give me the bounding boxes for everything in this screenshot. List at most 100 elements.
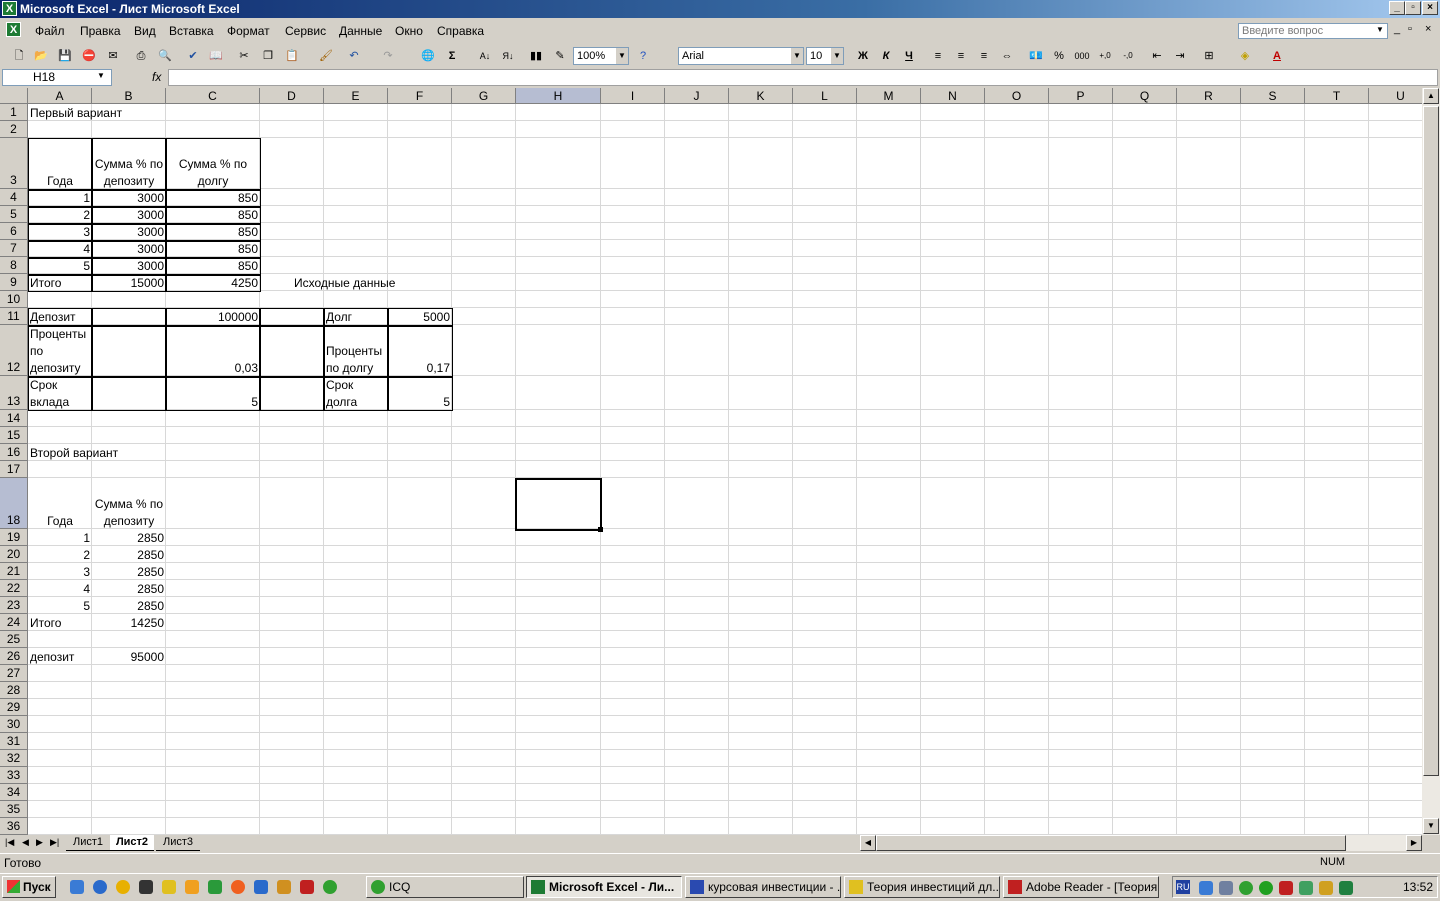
column-header-a[interactable]: A: [28, 88, 92, 104]
row-header-7[interactable]: 7: [0, 240, 28, 257]
cell-a23[interactable]: 5: [28, 598, 92, 615]
doc-close-button[interactable]: ×: [1425, 23, 1431, 35]
thousands-icon[interactable]: 000: [1073, 47, 1091, 65]
tab-sheet1[interactable]: Лист1: [66, 835, 110, 851]
quicklaunch-browser-icon[interactable]: [93, 880, 107, 894]
next-sheet-icon[interactable]: ▶: [36, 837, 43, 848]
row-header-10[interactable]: 10: [0, 291, 28, 308]
selected-cell-h18[interactable]: [515, 478, 602, 531]
row-header-33[interactable]: 33: [0, 767, 28, 784]
italic-button[interactable]: К: [877, 47, 895, 65]
cell-a18[interactable]: Года: [28, 479, 92, 530]
row-header-15[interactable]: 15: [0, 427, 28, 444]
cell-d9[interactable]: Исходные данные: [292, 275, 432, 292]
cell-f11[interactable]: 5000: [388, 309, 452, 326]
column-header-i[interactable]: I: [601, 88, 665, 104]
cell-b21[interactable]: 2850: [92, 564, 166, 581]
scroll-up-icon[interactable]: ▲: [1423, 88, 1439, 104]
align-right-icon[interactable]: ≡: [975, 47, 993, 65]
email-icon[interactable]: ✉: [104, 47, 122, 65]
print-preview-icon[interactable]: 🔍: [156, 47, 174, 65]
row-header-23[interactable]: 23: [0, 597, 28, 614]
cell-c11[interactable]: 100000: [166, 309, 260, 326]
fill-color-icon[interactable]: ◈: [1236, 47, 1254, 65]
tab-sheet2[interactable]: Лист2: [110, 835, 154, 851]
cell-b6[interactable]: 3000: [92, 224, 166, 241]
print-icon[interactable]: ⎙: [132, 47, 150, 65]
row-header-20[interactable]: 20: [0, 546, 28, 563]
column-header-c[interactable]: C: [166, 88, 260, 104]
restore-button[interactable]: ▫: [1405, 1, 1421, 15]
increase-decimal-icon[interactable]: +,0: [1096, 47, 1114, 65]
decrease-decimal-icon[interactable]: -,0: [1119, 47, 1137, 65]
cell-a24[interactable]: Итого: [28, 615, 92, 632]
underline-button[interactable]: Ч: [900, 47, 918, 65]
cell-b8[interactable]: 3000: [92, 258, 166, 275]
align-center-icon[interactable]: ≡: [952, 47, 970, 65]
tray-printer-icon[interactable]: [1219, 881, 1233, 895]
quicklaunch-desktop-icon[interactable]: [139, 880, 153, 894]
quicklaunch-mail-icon[interactable]: [231, 880, 245, 894]
autosum-icon[interactable]: Σ: [443, 47, 461, 65]
horizontal-scrollbar[interactable]: ◀ ▶: [860, 835, 1422, 851]
quicklaunch-folder-icon[interactable]: [162, 880, 176, 894]
row-header-19[interactable]: 19: [0, 529, 28, 546]
tray-arrows-icon[interactable]: [1339, 881, 1353, 895]
minimize-button[interactable]: _: [1389, 1, 1405, 15]
menu-file[interactable]: Файл: [35, 24, 65, 38]
quicklaunch-clock-icon[interactable]: [185, 880, 199, 894]
row-header-29[interactable]: 29: [0, 699, 28, 716]
cell-c4[interactable]: 850: [166, 190, 260, 207]
task-folder[interactable]: Теория инвестиций дл...: [844, 876, 1000, 898]
start-button[interactable]: Пуск: [2, 876, 56, 898]
quicklaunch-acrobat-icon[interactable]: [300, 880, 314, 894]
cell-a11[interactable]: Депозит: [28, 309, 92, 326]
sort-ascending-icon[interactable]: A↓: [476, 47, 494, 65]
copy-icon[interactable]: ❐: [259, 47, 277, 65]
function-icon[interactable]: fx: [152, 70, 161, 84]
row-header-14[interactable]: 14: [0, 410, 28, 427]
column-header-b[interactable]: B: [92, 88, 166, 104]
cut-icon[interactable]: ✂: [235, 47, 253, 65]
menu-window[interactable]: Окно: [395, 24, 423, 38]
row-header-26[interactable]: 26: [0, 648, 28, 665]
row-header-5[interactable]: 5: [0, 206, 28, 223]
row-header-36[interactable]: 36: [0, 818, 28, 835]
ask-question-input[interactable]: Введите вопрос: [1238, 23, 1388, 39]
row-header-18[interactable]: 18: [0, 478, 28, 529]
language-indicator[interactable]: RU: [1176, 880, 1190, 894]
cell-c13[interactable]: 5: [166, 377, 260, 411]
cell-b4[interactable]: 3000: [92, 190, 166, 207]
formula-input[interactable]: [168, 69, 1438, 86]
column-header-s[interactable]: S: [1241, 88, 1305, 104]
cell-a3[interactable]: Года: [28, 139, 92, 190]
research-icon[interactable]: 📖: [207, 47, 225, 65]
column-header-u[interactable]: U: [1369, 88, 1422, 104]
hyperlink-icon[interactable]: 🌐: [419, 47, 437, 65]
column-header-l[interactable]: L: [793, 88, 857, 104]
cell-c7[interactable]: 850: [166, 241, 260, 258]
tray-icq-icon[interactable]: [1239, 881, 1253, 895]
row-header-22[interactable]: 22: [0, 580, 28, 597]
column-header-t[interactable]: T: [1305, 88, 1369, 104]
last-sheet-icon[interactable]: ▶|: [50, 837, 59, 848]
hscroll-thumb[interactable]: [876, 835, 1346, 851]
task-excel[interactable]: Microsoft Excel - Ли...: [526, 876, 682, 898]
percent-icon[interactable]: %: [1050, 47, 1068, 65]
column-header-p[interactable]: P: [1049, 88, 1113, 104]
chevron-down-icon[interactable]: ▼: [1376, 25, 1384, 34]
cell-a6[interactable]: 3: [28, 224, 92, 241]
currency-icon[interactable]: 💶: [1027, 47, 1045, 65]
cell-a12[interactable]: Проценты по депозиту: [28, 326, 92, 377]
document-icon[interactable]: X: [6, 22, 21, 37]
column-header-j[interactable]: J: [665, 88, 729, 104]
first-sheet-icon[interactable]: |◀: [5, 837, 14, 848]
task-word[interactable]: курсовая инвестиции - ...: [685, 876, 841, 898]
row-header-8[interactable]: 8: [0, 257, 28, 274]
format-painter-icon[interactable]: 🖌: [317, 47, 335, 65]
cell-a5[interactable]: 2: [28, 207, 92, 224]
row-header-24[interactable]: 24: [0, 614, 28, 631]
tray-antivirus-icon[interactable]: [1279, 881, 1293, 895]
menu-tools[interactable]: Сервис: [285, 24, 326, 38]
font-name-select[interactable]: Arial ▼: [678, 47, 804, 65]
